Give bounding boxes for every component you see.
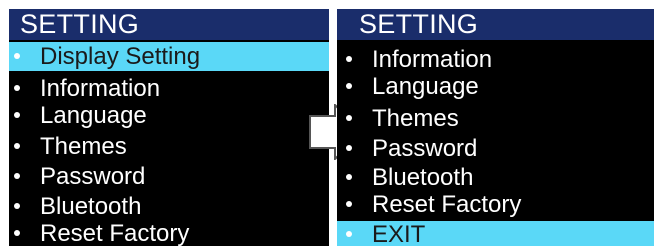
title-bar: SETTING (9, 9, 329, 40)
menu-item-label: Bluetooth (372, 164, 474, 191)
menu-item-label: Password (372, 135, 478, 162)
bullet-icon (346, 174, 352, 180)
menu-item-label: Reset Factory (40, 220, 190, 246)
menu-item-label: Password (40, 163, 146, 190)
menu-item-information[interactable]: Information (337, 45, 654, 74)
bullet-icon (14, 230, 20, 236)
menu-item-label: Language (372, 73, 479, 100)
menu-item-label: Display Setting (40, 43, 201, 70)
menu-item-label: Information (40, 75, 161, 102)
menu-item-exit[interactable]: EXIT (337, 221, 654, 246)
bullet-icon (346, 231, 352, 237)
menu-item-themes[interactable]: Themes (9, 132, 329, 161)
bullet-icon (346, 83, 352, 89)
menu-item-label: Themes (372, 105, 459, 132)
bullet-icon (346, 115, 352, 121)
menu-item-bluetooth[interactable]: Bluetooth (337, 163, 654, 192)
menu-item-language[interactable]: Language (9, 101, 329, 130)
screen-title: SETTING (20, 9, 140, 39)
bullet-icon (14, 53, 20, 59)
menu-item-reset-factory[interactable]: Reset Factory (337, 190, 654, 219)
screen-title: SETTING (359, 9, 479, 39)
menu-item-themes[interactable]: Themes (337, 104, 654, 133)
bullet-icon (14, 173, 20, 179)
bullet-icon (14, 203, 20, 209)
menu-item-label: Information (372, 46, 493, 73)
bullet-icon (14, 85, 20, 91)
menu-item-label: Bluetooth (40, 193, 142, 220)
menu-item-bluetooth[interactable]: Bluetooth (9, 192, 329, 221)
menu-item-language[interactable]: Language (337, 72, 654, 101)
title-bar: SETTING (337, 9, 654, 40)
left-setting-screen: SETTING Display Setting Information Lang… (9, 9, 329, 246)
menu-item-information[interactable]: Information (9, 74, 329, 103)
menu-item-password[interactable]: Password (9, 162, 329, 191)
menu-item-label: Themes (40, 133, 127, 160)
bullet-icon (346, 145, 352, 151)
bullet-icon (14, 143, 20, 149)
menu-item-reset-factory[interactable]: Reset Factory (9, 219, 329, 246)
menu-item-label: Language (40, 102, 147, 129)
bullet-icon (346, 56, 352, 62)
menu-item-label: Reset Factory (372, 191, 522, 218)
menu-item-password[interactable]: Password (337, 134, 654, 163)
menu-item-label: EXIT (372, 221, 426, 246)
bullet-icon (14, 112, 20, 118)
menu-item-display-setting[interactable]: Display Setting (9, 42, 329, 71)
right-setting-screen: SETTING Information Language Themes Pass… (337, 9, 654, 246)
bullet-icon (346, 201, 352, 207)
